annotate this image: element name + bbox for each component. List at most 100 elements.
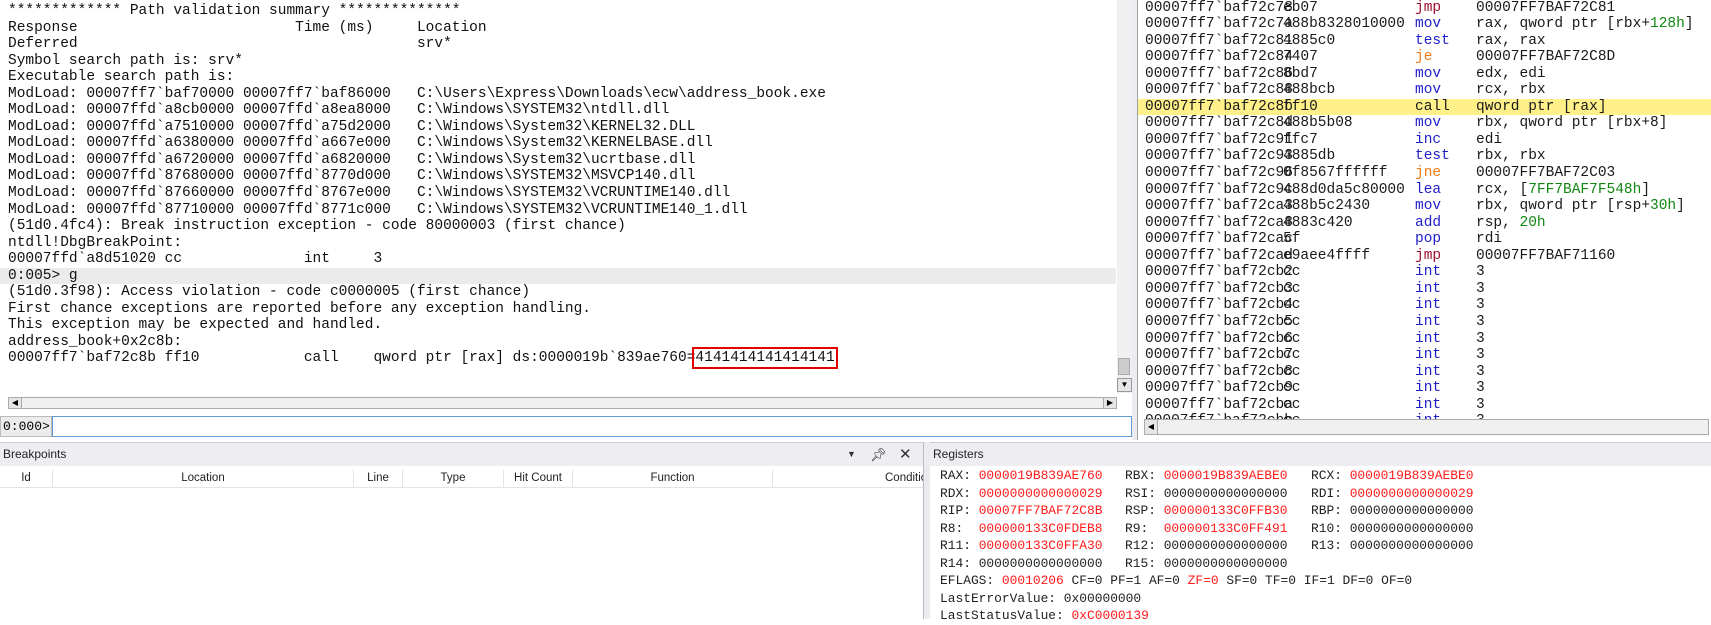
flag[interactable]: SF=0 [1226,573,1257,588]
register-rsi[interactable]: RSI: 0000000000000000 [1125,485,1287,503]
panel-splitter[interactable] [923,442,930,619]
register-value[interactable]: 0000000000000029 [1350,486,1474,501]
scroll-left-arrow-icon[interactable]: ◀ [1145,420,1158,434]
flag[interactable]: AF=0 [1149,573,1180,588]
register-value[interactable]: 0000000000000029 [979,486,1103,501]
column-location[interactable]: Location [53,469,354,487]
disassembly-row[interactable]: 00007ff7`baf72cb2 cc int 3 [1138,264,1711,281]
register-rip[interactable]: RIP: 00007FF7BAF72C8B [940,502,1102,520]
scrollbar-thumb[interactable] [1118,358,1130,375]
register-rax[interactable]: RAX: 0000019B839AE760 [940,467,1102,485]
disassembly-row[interactable]: 00007ff7`baf72ca3 488b5c2430 mov rbx, qword… [1138,198,1711,215]
register-value[interactable]: 000000133C0FF491 [1164,521,1288,536]
disassembly-row[interactable]: 00007ff7`baf72cac 5f pop rdi [1138,231,1711,248]
register-value[interactable]: 0000000000000000 [1350,538,1474,553]
register-value[interactable]: 0000019B839AEBE0 [1164,468,1288,483]
flag[interactable]: ZF=0 [1188,573,1219,588]
register-r9[interactable]: R9: 000000133C0FF491 [1125,520,1287,538]
operand-part: 128h [1650,16,1685,33]
eflags-value[interactable]: 00010206 [1002,573,1064,588]
disassembly-row[interactable]: 00007ff7`baf72cad e9aee4ffff jmp 00007FF7BA… [1138,248,1711,265]
column-hit-count[interactable]: Hit Count [504,469,573,487]
pin-icon[interactable]: 📌︎ [870,443,887,466]
disassembly-row[interactable]: 00007ff7`baf72cb7 cc int 3 [1138,347,1711,364]
register-value[interactable]: 0000000000000000 [1164,486,1288,501]
flag[interactable]: DF=0 [1342,573,1373,588]
instruction-address: 00007ff7`baf72c8d [1145,115,1293,132]
register-value[interactable]: 0000019B839AE760 [979,468,1103,483]
register-value[interactable]: 000000133C0FDEB8 [979,521,1103,536]
disassembly-row[interactable]: 00007ff7`baf72ca8 4883c420 add rsp, 20h [1138,215,1711,232]
flag[interactable]: OF=0 [1381,573,1412,588]
instruction-address: 00007ff7`baf72cb8 [1145,363,1293,380]
register-value[interactable]: 0000019B839AEBE0 [1350,468,1474,483]
operand-part: 3 [1476,396,1485,413]
register-r14[interactable]: R14: 0000000000000000 [940,555,1102,573]
disassembly-row[interactable]: 00007ff7`baf72c9c 488d0da5c80000 lea rcx, [… [1138,182,1711,199]
disassembly-row[interactable]: 00007ff7`baf72c93 4885db test rbx, rbx [1138,148,1711,165]
disassembly-row[interactable]: 00007ff7`baf72c84 7407 je 00007FF7BAF72C8D [1138,49,1711,66]
register-value[interactable]: 0000000000000000 [1164,556,1288,571]
register-r10[interactable]: R10: 0000000000000000 [1311,520,1473,538]
disassembly-row[interactable]: 00007ff7`baf72c91 ffc7 inc edi [1138,132,1711,149]
close-icon[interactable]: ✕ [899,443,912,466]
disassembly-row[interactable]: 00007ff7`baf72c96 0f8567ffffff jne 00007FF7… [1138,165,1711,182]
register-r11[interactable]: R11: 000000133C0FFA30 [940,537,1102,555]
column-id[interactable]: Id [0,469,53,487]
register-value[interactable]: 0000000000000000 [1164,538,1288,553]
eflags-label: EFLAGS: [940,573,1002,588]
instruction-operands: 3 [1476,380,1485,397]
register-rsp[interactable]: RSP: 000000133C0FFB30 [1125,502,1287,520]
command-input[interactable] [52,416,1132,437]
disassembly-row[interactable]: 00007ff7`baf72cb5 cc int 3 [1138,314,1711,331]
instruction-operands: qword ptr [rax] [1476,99,1607,116]
command-horizontal-scrollbar[interactable]: ◀ ▶ [8,397,1117,409]
register-rbp[interactable]: RBP: 0000000000000000 [1311,502,1473,520]
scroll-down-arrow-icon[interactable]: ▼ [1117,378,1132,392]
disassembly-row[interactable]: 00007ff7`baf72c86 8bd7 mov edx, edi [1138,66,1711,83]
disassembly-row[interactable]: 00007ff7`baf72cb9 cc int 3 [1138,380,1711,397]
command-vertical-scrollbar[interactable]: ▼ [1117,0,1132,393]
disassembly-row[interactable]: 00007ff7`baf72c78 eb07 jmp 00007FF7BAF72C81 [1138,0,1711,16]
register-value[interactable]: 0000000000000000 [1350,521,1474,536]
disassembly-row[interactable]: 00007ff7`baf72c88 488bcb mov rcx, rbx [1138,82,1711,99]
instruction-mnemonic: inc [1415,131,1442,148]
column-line[interactable]: Line [354,469,403,487]
disassembly-row[interactable]: 00007ff7`baf72c8d 488b5b08 mov rbx, qword p… [1138,115,1711,132]
register-r8[interactable]: R8: 000000133C0FDEB8 [940,520,1102,538]
disassembly-row[interactable]: 00007ff7`baf72c81 4885c0 test rax, rax [1138,33,1711,50]
last-error-label: LastErrorValue: [940,590,1064,606]
column-function[interactable]: Function [573,469,773,487]
register-r12[interactable]: R12: 0000000000000000 [1125,537,1287,555]
register-value[interactable]: 0000000000000000 [1350,503,1474,518]
register-value[interactable]: 000000133C0FFB30 [1164,503,1288,518]
scroll-left-arrow-icon[interactable]: ◀ [9,398,22,408]
breakpoints-titlebar: Breakpoints ▼ 📌︎ ✕ [0,443,923,466]
flag[interactable]: CF=0 [1072,573,1103,588]
register-rcx[interactable]: RCX: 0000019B839AEBE0 [1311,467,1473,485]
register-rdx[interactable]: RDX: 0000000000000029 [940,485,1102,503]
register-rdi[interactable]: RDI: 0000000000000029 [1311,485,1473,503]
output-line: ntdll!DbgBreakPoint: [8,234,183,251]
disassembly-row[interactable]: 00007ff7`baf72cb3 cc int 3 [1138,281,1711,298]
register-name: RBP: [1311,503,1350,518]
register-rbx[interactable]: RBX: 0000019B839AEBE0 [1125,467,1287,485]
disassembly-horizontal-scrollbar[interactable]: ◀ [1144,419,1709,435]
flag[interactable]: TF=0 [1265,573,1296,588]
disassembly-row[interactable]: 00007ff7`baf72cb4 cc int 3 [1138,297,1711,314]
disassembly-row[interactable]: 00007ff7`baf72cba cc int 3 [1138,397,1711,414]
register-value[interactable]: 000000133C0FFA30 [979,538,1103,553]
disassembly-row[interactable]: 00007ff7`baf72c8b ff10 call qword ptr [rax] [1138,98,1711,116]
register-value[interactable]: 00007FF7BAF72C8B [979,503,1103,518]
disassembly-row[interactable]: 00007ff7`baf72c7a 488b8328010000 mov rax, q… [1138,16,1711,33]
register-r13[interactable]: R13: 0000000000000000 [1311,537,1473,555]
register-r15[interactable]: R15: 0000000000000000 [1125,555,1287,573]
register-value[interactable]: 0000000000000000 [979,556,1103,571]
scroll-right-arrow-icon[interactable]: ▶ [1103,398,1116,408]
flag[interactable]: PF=1 [1110,573,1141,588]
flag[interactable]: IF=1 [1304,573,1335,588]
disassembly-row[interactable]: 00007ff7`baf72cb6 cc int 3 [1138,331,1711,348]
disassembly-row[interactable]: 00007ff7`baf72cb8 cc int 3 [1138,364,1711,381]
column-type[interactable]: Type [403,469,504,487]
dropdown-icon[interactable]: ▼ [847,443,856,466]
